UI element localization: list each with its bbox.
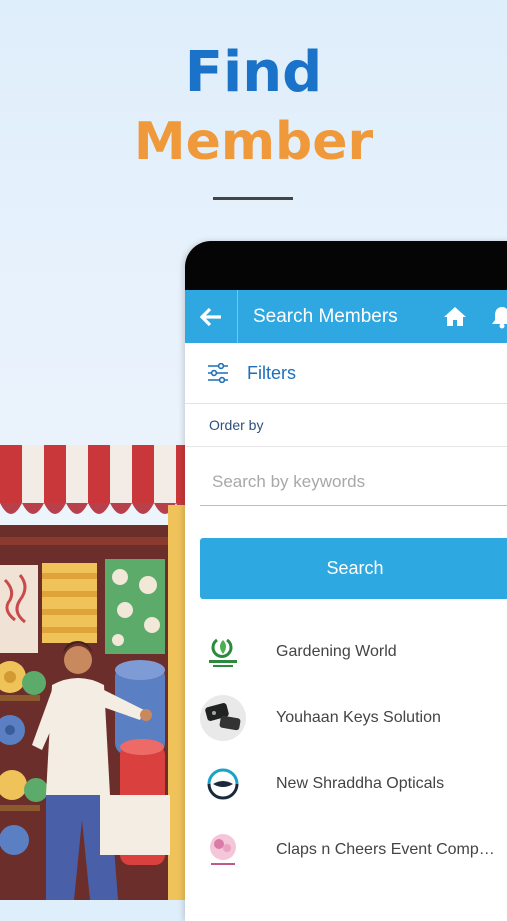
list-item[interactable]: Gardening World: [185, 619, 507, 685]
member-name: Youhaan Keys Solution: [276, 709, 441, 726]
phone-mockup: Search Members Filters Order by Search b…: [185, 241, 507, 921]
back-button[interactable]: [185, 290, 238, 343]
member-name: New Shraddha Opticals: [276, 775, 445, 792]
home-button[interactable]: [443, 305, 467, 332]
search-input[interactable]: [210, 471, 504, 493]
phone-status-bar: [185, 241, 507, 290]
sliders-icon: [208, 363, 228, 383]
search-field-container: [200, 447, 507, 506]
hero-title-member: Member: [133, 112, 374, 172]
filters-row[interactable]: Filters: [185, 343, 507, 404]
order-by-label: Order by: [209, 417, 264, 433]
hero-title-find: Find: [184, 40, 323, 105]
member-name: Claps n Cheers Event Comp…: [276, 841, 495, 858]
member-name: Gardening World: [276, 643, 397, 660]
list-item[interactable]: Youhaan Keys Solution: [185, 685, 507, 751]
list-item[interactable]: New Shraddha Opticals: [185, 751, 507, 817]
home-icon: [444, 307, 466, 326]
back-arrow-icon: [200, 307, 221, 326]
app-bar: Search Members: [185, 290, 507, 343]
bell-icon: [492, 307, 507, 329]
filters-label: Filters: [247, 362, 296, 383]
search-button-label: Search: [326, 558, 384, 578]
market-stall-illustration: [0, 445, 190, 900]
order-by-selector[interactable]: Order by: [185, 404, 507, 447]
gardening-world-logo-icon: [200, 629, 246, 675]
hero-divider: [213, 197, 293, 200]
member-list: Gardening World Youhaan Keys Solution Ne…: [185, 619, 507, 883]
search-button[interactable]: Search: [200, 538, 507, 599]
list-item[interactable]: Claps n Cheers Event Comp…: [185, 817, 507, 883]
claps-n-cheers-logo-icon: [200, 827, 246, 873]
app-bar-title: Search Members: [253, 305, 398, 327]
shraddha-opticals-logo-icon: [200, 761, 246, 807]
youhaan-keys-logo-icon: [200, 695, 246, 741]
notification-button[interactable]: [491, 305, 507, 334]
